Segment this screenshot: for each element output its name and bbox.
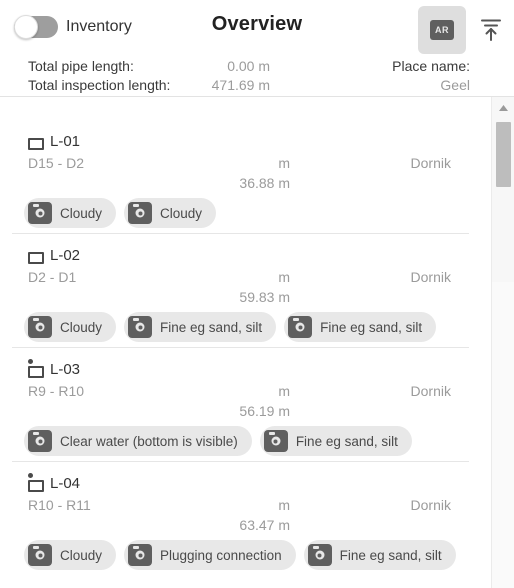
list-item-length: 36.88 m: [239, 175, 290, 191]
observation-tag[interactable]: Cloudy: [24, 198, 117, 228]
observation-tag-label: Cloudy: [160, 205, 203, 221]
list-item[interactable]: L-02 D2 - D1 m 59.83 m Dornik Cloudy Fine eg s…: [0, 233, 491, 347]
camera-icon: [28, 430, 52, 452]
list-item-unit: m: [278, 155, 290, 171]
list-item-tags: Cloudy Plugging connection Fine eg sand, s…: [24, 540, 481, 570]
chevron-up-icon: [498, 105, 508, 111]
scrollbar-thumb[interactable]: [496, 122, 511, 187]
overview-screen: Inventory Overview AR Total pipe length:…: [0, 0, 514, 588]
camera-icon: [28, 544, 52, 566]
scrollbar-up-button[interactable]: [492, 97, 514, 119]
camera-icon: [28, 316, 52, 338]
observation-tag[interactable]: Cloudy: [24, 540, 117, 570]
list-item-body: L-03 R9 - R10 m 56.19 m Dornik Clear water (b…: [0, 348, 491, 461]
pipe-section-icon: [28, 252, 44, 264]
camera-icon: [128, 544, 153, 566]
observation-tag[interactable]: Fine eg sand, silt: [284, 312, 437, 342]
place-name-value: Geel: [440, 77, 470, 93]
list-item-place: Dornik: [410, 269, 451, 285]
scrollbar-track[interactable]: [492, 282, 514, 588]
header-topbar: Inventory Overview AR: [0, 0, 514, 56]
observation-tag-label: Cloudy: [60, 547, 103, 563]
observation-tag-label: Fine eg sand, silt: [320, 319, 423, 335]
app-header: Inventory Overview AR Total pipe length:…: [0, 0, 514, 97]
camera-icon: [28, 202, 52, 224]
observation-tag-label: Plugging connection: [160, 547, 282, 563]
observation-tag-label: Fine eg sand, silt: [295, 433, 398, 449]
list-item[interactable]: L-01 D15 - D2 m 36.88 m Dornik Cloudy Cloudy: [0, 120, 491, 233]
header-stats: Total pipe length: 0.00 m Place name: To…: [0, 56, 514, 97]
observation-tag-label: Fine eg sand, silt: [160, 319, 263, 335]
observation-tag-label: Clear water (bottom is visible): [60, 433, 238, 449]
ar-button[interactable]: AR: [418, 6, 466, 54]
pipe-section-marker-icon: [28, 359, 44, 378]
list-item-nodes: R9 - R10: [28, 383, 85, 399]
list-item-place: Dornik: [410, 497, 451, 513]
list-item-name: L-01: [50, 133, 81, 150]
ar-icon: AR: [430, 20, 454, 40]
observation-tag-label: Fine eg sand, silt: [339, 547, 442, 563]
stat-row-pipe-length: Total pipe length: 0.00 m Place name:: [0, 56, 514, 76]
list-scrollbar[interactable]: [491, 97, 514, 588]
pipe-section-icon: [28, 138, 44, 150]
list-item-nodes: R10 - R11: [28, 497, 91, 513]
observation-tag[interactable]: Cloudy: [24, 312, 117, 342]
stat-label: Total pipe length:: [28, 58, 134, 74]
camera-icon: [307, 544, 332, 566]
observation-tag[interactable]: Cloudy: [124, 198, 217, 228]
pipe-section-marker-icon: [28, 473, 44, 492]
stat-value: 471.69 m: [211, 77, 270, 93]
list-item-body: L-04 R10 - R11 m 63.47 m Dornik Cloudy Pluggin…: [0, 462, 491, 575]
list-item-name: L-02: [50, 247, 81, 264]
list-item-tags: Clear water (bottom is visible) Fine eg s…: [24, 426, 481, 456]
list-item-unit: m: [278, 497, 290, 513]
list-item-body: L-02 D2 - D1 m 59.83 m Dornik Cloudy Fine eg s…: [0, 234, 491, 347]
inspection-list-inner: L-01 D15 - D2 m 36.88 m Dornik Cloudy Cloudy L-…: [0, 97, 491, 575]
list-item-length: 59.83 m: [239, 289, 290, 305]
upload-icon: [481, 19, 501, 41]
export-button[interactable]: [474, 12, 508, 46]
camera-icon: [128, 202, 153, 224]
list-item-body: L-01 D15 - D2 m 36.88 m Dornik Cloudy Cloudy: [0, 120, 491, 233]
observation-tag-label: Cloudy: [60, 319, 103, 335]
list-item-name: L-03: [50, 361, 81, 378]
camera-icon: [128, 316, 153, 338]
list-item-nodes: D2 - D1: [28, 269, 77, 285]
observation-tag-label: Cloudy: [60, 205, 103, 221]
place-name-label: Place name:: [392, 58, 470, 74]
list-item-nodes: D15 - D2: [28, 155, 85, 171]
list-item-length: 63.47 m: [239, 517, 290, 533]
stat-row-inspection-length: Total inspection length: 471.69 m Geel: [0, 75, 514, 95]
list-item[interactable]: L-03 R9 - R10 m 56.19 m Dornik Clear water (b…: [0, 347, 491, 461]
list-item-name: L-04: [50, 475, 81, 492]
observation-tag[interactable]: Clear water (bottom is visible): [24, 426, 252, 456]
list-item-unit: m: [278, 269, 290, 285]
camera-icon: [288, 316, 313, 338]
observation-tag[interactable]: Fine eg sand, silt: [303, 540, 456, 570]
list-item-tags: Cloudy Cloudy: [24, 198, 481, 228]
camera-icon: [263, 430, 288, 452]
stat-value: 0.00 m: [227, 58, 270, 74]
observation-tag[interactable]: Plugging connection: [124, 540, 296, 570]
list-item-length: 56.19 m: [239, 403, 290, 419]
list-item-place: Dornik: [410, 155, 451, 171]
list-item-place: Dornik: [410, 383, 451, 399]
list-item[interactable]: L-04 R10 - R11 m 63.47 m Dornik Cloudy Pluggin…: [0, 461, 491, 575]
observation-tag[interactable]: Fine eg sand, silt: [124, 312, 277, 342]
list-item-unit: m: [278, 383, 290, 399]
observation-tag[interactable]: Fine eg sand, silt: [259, 426, 412, 456]
inspection-list[interactable]: L-01 D15 - D2 m 36.88 m Dornik Cloudy Cloudy L-…: [0, 97, 491, 588]
list-item-tags: Cloudy Fine eg sand, silt Fine eg sand, si…: [24, 312, 481, 342]
